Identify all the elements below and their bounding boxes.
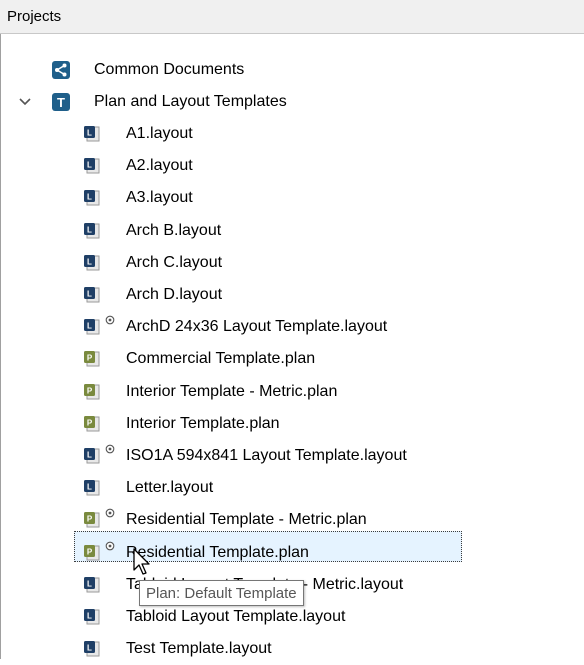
svg-text:L: L xyxy=(87,580,92,589)
tree-item-template-file[interactable]: P Interior Template - Metric.plan xyxy=(84,376,564,408)
svg-text:L: L xyxy=(87,193,92,202)
tree-item-label: A1.layout xyxy=(126,125,193,142)
layout-file-icon: L xyxy=(84,448,100,464)
tree-item-label: ISO1A 594x841 Layout Template.layout xyxy=(126,447,407,464)
tree-item-template-file[interactable]: P Commercial Template.plan xyxy=(84,343,564,375)
tree-item-label: Plan and Layout Templates xyxy=(94,93,287,110)
tree-item-template-file[interactable]: L Arch D.layout xyxy=(84,279,564,311)
mouse-cursor-icon xyxy=(133,548,150,575)
tree-item-label: Interior Template.plan xyxy=(126,415,280,432)
svg-text:L: L xyxy=(87,129,92,138)
tree-item-template-file[interactable]: P Residential Template - Metric.plan xyxy=(84,504,564,536)
default-marker-icon xyxy=(105,508,115,518)
tree-item-label: Arch C.layout xyxy=(126,254,223,271)
layout-file-icon: L xyxy=(84,190,100,206)
layout-file-icon: L xyxy=(84,609,100,625)
projects-panel-header: Projects xyxy=(0,0,584,34)
tree-item-label: A3.layout xyxy=(126,189,193,206)
layout-file-icon: L xyxy=(84,158,100,174)
tree-item-label: Interior Template - Metric.plan xyxy=(126,383,338,400)
chevron-down-icon[interactable] xyxy=(18,96,32,108)
tree-item-template-file[interactable]: L ISO1A 594x841 Layout Template.layout xyxy=(84,440,564,472)
tree-item-template-file[interactable]: L ArchD 24x36 Layout Template.layout xyxy=(84,311,564,343)
plan-file-icon: P xyxy=(84,351,100,367)
tree-item-label: Letter.layout xyxy=(126,479,214,496)
svg-text:P: P xyxy=(87,354,93,363)
tree-item-label: Arch B.layout xyxy=(126,222,222,239)
tree-item-template-file[interactable]: L Test Template.layout xyxy=(84,633,564,665)
svg-text:L: L xyxy=(87,483,92,492)
tree-item-label: A2.layout xyxy=(126,157,193,174)
panel-title: Projects xyxy=(7,8,62,25)
template-folder-icon: T xyxy=(52,93,70,111)
svg-text:L: L xyxy=(87,612,92,621)
tree-item-label: Common Documents xyxy=(94,61,245,78)
tree-item-template-file[interactable]: L A3.layout xyxy=(84,182,564,214)
svg-text:T: T xyxy=(57,95,65,110)
plan-file-icon: P xyxy=(84,384,100,400)
layout-file-icon: L xyxy=(84,480,100,496)
share-icon xyxy=(52,61,70,79)
tree-item-label: Commercial Template.plan xyxy=(126,350,316,367)
svg-text:P: P xyxy=(87,515,93,524)
tree-item-label: Arch D.layout xyxy=(126,286,223,303)
plan-file-icon: P xyxy=(84,545,100,561)
layout-file-icon: L xyxy=(84,577,100,593)
svg-text:L: L xyxy=(87,258,92,267)
plan-file-icon: P xyxy=(84,512,100,528)
layout-file-icon: L xyxy=(84,287,100,303)
tree-item-label: ArchD 24x36 Layout Template.layout xyxy=(126,318,388,335)
plan-file-icon: P xyxy=(84,416,100,432)
svg-text:L: L xyxy=(87,451,92,460)
tree-item-template-file[interactable]: P Residential Template.plan xyxy=(84,537,564,569)
default-marker-icon xyxy=(105,444,115,454)
tree-item-template-file[interactable]: P Interior Template.plan xyxy=(84,408,564,440)
svg-text:L: L xyxy=(87,290,92,299)
svg-text:L: L xyxy=(87,226,92,235)
tree-item-plan-and-layout-templates[interactable]: T Plan and Layout Templates xyxy=(52,86,572,118)
tree-item-template-file[interactable]: L Letter.layout xyxy=(84,472,564,504)
tree-item-template-file[interactable]: L A2.layout xyxy=(84,150,564,182)
tree-item-label: Residential Template - Metric.plan xyxy=(126,511,367,528)
svg-text:P: P xyxy=(87,548,93,557)
panel-left-border xyxy=(0,34,1,659)
tree-item-template-file[interactable]: L Arch B.layout xyxy=(84,215,564,247)
tooltip-text: Plan: Default Template xyxy=(146,584,297,602)
tree-item-template-file[interactable]: L Arch C.layout xyxy=(84,247,564,279)
default-marker-icon xyxy=(105,315,115,325)
svg-text:P: P xyxy=(87,419,93,428)
svg-text:L: L xyxy=(87,322,92,331)
layout-file-icon: L xyxy=(84,319,100,335)
layout-file-icon: L xyxy=(84,126,100,142)
default-marker-icon xyxy=(105,541,115,551)
tooltip: Plan: Default Template xyxy=(139,580,304,606)
layout-file-icon: L xyxy=(84,641,100,657)
tree-item-label: Test Template.layout xyxy=(126,640,272,657)
tree-item-common-documents[interactable]: Common Documents xyxy=(52,54,572,86)
svg-text:P: P xyxy=(87,387,93,396)
svg-text:L: L xyxy=(87,161,92,170)
layout-file-icon: L xyxy=(84,255,100,271)
tree-item-template-file[interactable]: L A1.layout xyxy=(84,118,564,150)
layout-file-icon: L xyxy=(84,223,100,239)
svg-text:L: L xyxy=(87,644,92,653)
